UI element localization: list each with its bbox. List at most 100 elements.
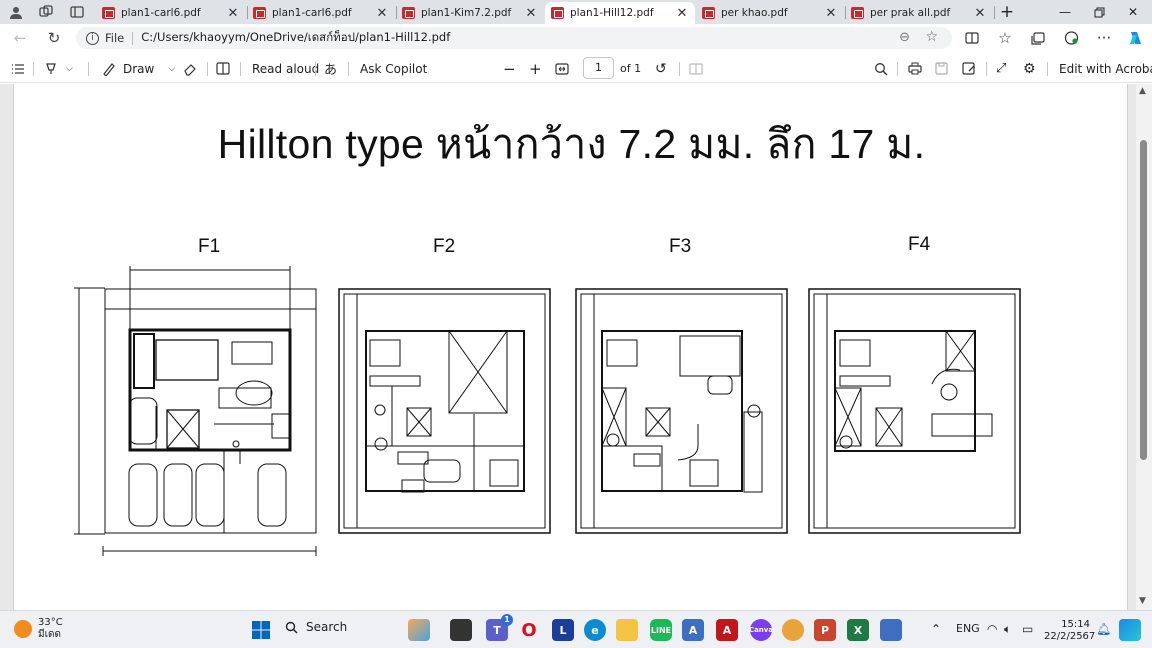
powerpoint-icon[interactable]: P: [814, 619, 836, 641]
show-hidden-icons-chevron-up-icon[interactable]: ⌃: [931, 622, 941, 636]
search-highlight-icon[interactable]: [408, 619, 430, 641]
weather-widget[interactable]: 33°C มีเดด: [14, 617, 63, 641]
highlight-icon[interactable]: ⌵: [44, 59, 73, 78]
vertical-scrollbar[interactable]: ▲ ▼: [1136, 84, 1152, 610]
minimize-icon[interactable]: —: [1048, 0, 1082, 24]
task-view-icon[interactable]: [450, 619, 472, 641]
fit-to-page-icon[interactable]: [555, 59, 569, 78]
favorites-icon[interactable]: ☆: [993, 28, 1017, 48]
new-tab-icon[interactable]: +: [990, 0, 1024, 24]
clock-time: 15:14: [1061, 619, 1090, 630]
autocad-icon[interactable]: A: [682, 619, 704, 641]
file-explorer-icon[interactable]: [616, 619, 638, 641]
cad-viewer-icon[interactable]: [880, 619, 902, 641]
excel-icon[interactable]: X: [847, 619, 869, 641]
close-icon[interactable]: ✕: [973, 6, 987, 21]
chevron-down-icon[interactable]: ⌵: [168, 64, 175, 74]
l-app-icon[interactable]: L: [552, 619, 574, 641]
back-icon[interactable]: ←: [8, 28, 32, 48]
zoom-out-icon[interactable]: −: [503, 59, 516, 78]
favorite-star-icon[interactable]: ☆: [925, 29, 938, 45]
search-label: Search: [306, 620, 348, 634]
restore-icon[interactable]: [1082, 0, 1116, 24]
refresh-icon[interactable]: ↻: [42, 28, 66, 48]
scroll-up-arrow-icon[interactable]: ▲: [1139, 86, 1146, 96]
toolbar-divider: [897, 62, 898, 76]
edit-with-acrobat-button[interactable]: Edit with Acrobat: [1059, 59, 1152, 78]
tab-plan1-carl6-b[interactable]: plan1-carl6.pdf ✕: [247, 2, 395, 24]
language-indicator[interactable]: ENG: [956, 622, 980, 635]
tab-label: plan1-carl6.pdf: [121, 7, 201, 19]
draw-button[interactable]: Draw ⌵: [102, 59, 175, 78]
wifi-icon[interactable]: ◠: [987, 622, 997, 636]
eraser-icon[interactable]: [183, 59, 197, 78]
canva-icon[interactable]: Canva: [749, 619, 773, 641]
notification-bell-icon[interactable]: 🔔︎: [1096, 622, 1111, 636]
save-icon[interactable]: [935, 59, 948, 78]
tab-per-prak-all[interactable]: per prak all.pdf ✕: [845, 2, 993, 24]
close-icon[interactable]: ✕: [675, 6, 689, 21]
zoom-icon[interactable]: ⊖: [899, 30, 910, 45]
tab-actions-icon[interactable]: [64, 0, 90, 24]
start-windows-icon[interactable]: [250, 619, 272, 641]
ask-copilot-button[interactable]: Ask Copilot: [360, 59, 427, 78]
close-icon[interactable]: ✕: [375, 6, 389, 21]
line-icon[interactable]: LINE: [650, 619, 672, 641]
save-as-icon[interactable]: [962, 59, 976, 78]
toolbar-divider: [88, 62, 89, 76]
sun-icon: [14, 620, 32, 638]
teams-badge: 1: [501, 614, 513, 626]
scrollbar-thumb[interactable]: [1140, 140, 1147, 460]
teams-icon[interactable]: T 1: [486, 614, 513, 641]
translate-icon[interactable]: あ: [324, 59, 337, 78]
search-icon[interactable]: [874, 59, 888, 78]
close-icon[interactable]: ✕: [824, 6, 838, 21]
tab-per-khao[interactable]: per khao.pdf ✕: [696, 2, 844, 24]
toolbar-divider: [986, 62, 987, 76]
contents-icon[interactable]: [11, 59, 25, 78]
url-field[interactable]: i File C:/Users/khaoyym/OneDrive/เดสก์ท็…: [76, 27, 952, 49]
fullscreen-icon[interactable]: ⤢: [996, 59, 1006, 78]
tab-plan1-carl6-a[interactable]: plan1-carl6.pdf ✕: [96, 2, 246, 24]
read-aloud-button[interactable]: Read aloud: [252, 59, 319, 78]
workspaces-icon[interactable]: [33, 0, 59, 24]
clock-date: 22/2/2567: [1044, 631, 1096, 642]
copilot-taskbar-icon[interactable]: [1119, 619, 1141, 641]
more-options-icon[interactable]: ···: [1092, 28, 1116, 48]
floor-plan-f1: [74, 266, 317, 556]
opera-icon[interactable]: O: [518, 619, 540, 641]
file-scheme-label: File: [105, 31, 125, 45]
copilot-icon[interactable]: [1124, 28, 1148, 48]
collections-icon[interactable]: [1026, 28, 1050, 48]
read-aloud-label: Read aloud: [252, 61, 320, 76]
battery-icon[interactable]: ▭: [1022, 622, 1033, 636]
page-view-icon[interactable]: [216, 59, 230, 78]
rotate-icon[interactable]: ↺: [655, 59, 667, 78]
two-page-view-icon[interactable]: [689, 59, 703, 78]
url-text[interactable]: C:/Users/khaoyym/OneDrive/เดสก์ท็อป/plan…: [141, 29, 450, 47]
profile-icon[interactable]: [3, 0, 29, 24]
pdf-file-icon: [402, 7, 415, 19]
settings-gear-icon[interactable]: ⚙: [1023, 59, 1036, 78]
tab-plan1-kim72[interactable]: plan1-Kim7.2.pdf ✕: [396, 2, 544, 24]
pdf-viewport[interactable]: Hillton type หน้ากว้าง 7.2 มม. ลึก 17 ม.…: [0, 84, 1152, 610]
edge-icon[interactable]: e: [584, 619, 606, 641]
page-number-input[interactable]: 1: [583, 57, 614, 79]
close-window-icon[interactable]: ✕: [1116, 0, 1150, 24]
info-icon[interactable]: i: [86, 31, 99, 45]
split-screen-icon[interactable]: [960, 28, 984, 48]
volume-icon[interactable]: 🔈︎: [1004, 622, 1011, 637]
tab-label: plan1-carl6.pdf: [272, 7, 352, 19]
taskbar-search[interactable]: Search: [285, 620, 347, 634]
close-icon[interactable]: ✕: [524, 6, 538, 21]
pdf-file-icon: [253, 7, 266, 19]
scroll-down-arrow-icon[interactable]: ▼: [1139, 596, 1146, 606]
close-icon[interactable]: ✕: [226, 6, 240, 21]
zoom-in-icon[interactable]: +: [529, 59, 542, 78]
clock[interactable]: 15:14 22/2/2567: [1044, 619, 1096, 643]
autocad-red-icon[interactable]: A: [716, 619, 738, 641]
tab-plan1-hill12[interactable]: plan1-Hill12.pdf ✕: [545, 2, 695, 24]
browser-essentials-icon[interactable]: [1059, 28, 1083, 48]
print-icon[interactable]: [908, 59, 922, 78]
chrome-icon[interactable]: [782, 619, 804, 641]
